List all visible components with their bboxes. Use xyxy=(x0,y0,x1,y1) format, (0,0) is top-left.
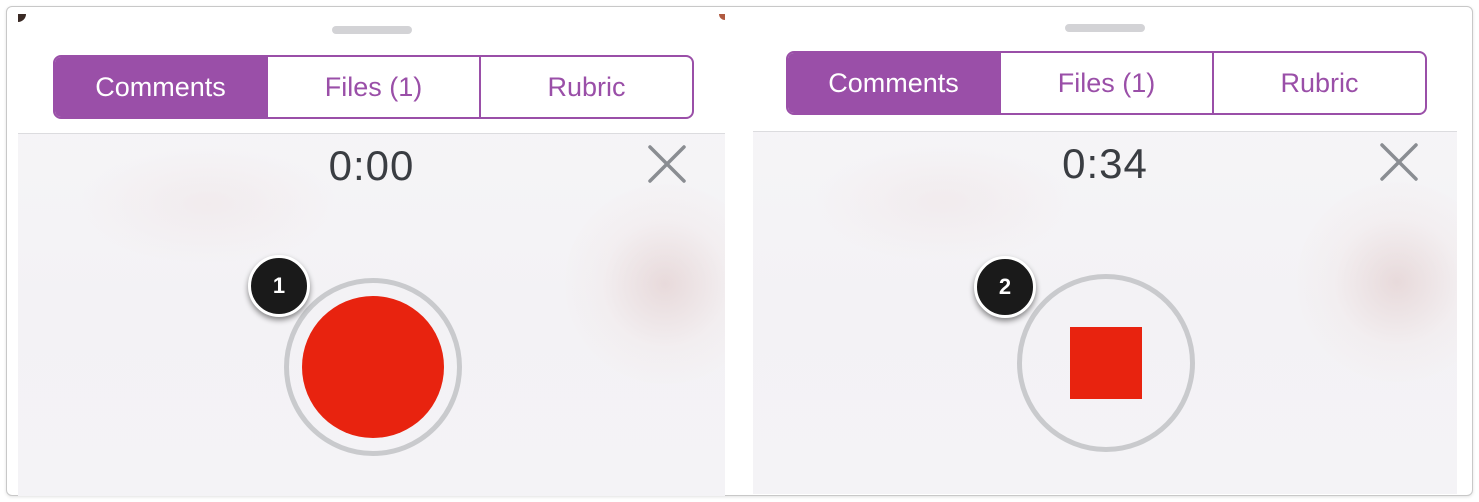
close-icon[interactable] xyxy=(645,142,689,186)
drag-handle[interactable] xyxy=(331,26,412,34)
tab-rubric[interactable]: Rubric xyxy=(1214,53,1425,113)
sheet-header: Comments Files (1) Rubric xyxy=(18,14,725,134)
background-blur xyxy=(565,184,725,384)
record-button[interactable] xyxy=(284,278,462,456)
callout-badge-2: 2 xyxy=(974,256,1036,318)
recording-panel-idle: Comments Files (1) Rubric 0:00 xyxy=(18,14,725,496)
stop-button[interactable] xyxy=(1017,274,1195,452)
background-blur xyxy=(1297,182,1457,382)
recording-timer: 0:34 xyxy=(1062,140,1148,187)
tab-rubric[interactable]: Rubric xyxy=(481,57,692,117)
recording-panel-active: Comments Files (1) Rubric 0:34 xyxy=(753,12,1457,494)
drag-handle[interactable] xyxy=(1065,24,1145,32)
segmented-tabs: Comments Files (1) Rubric xyxy=(53,55,694,119)
tab-comments[interactable]: Comments xyxy=(55,57,268,117)
tab-files[interactable]: Files (1) xyxy=(1001,53,1214,113)
close-icon[interactable] xyxy=(1377,140,1421,184)
stop-square-icon xyxy=(1070,327,1142,399)
recording-timer: 0:00 xyxy=(328,142,415,189)
segmented-tabs: Comments Files (1) Rubric xyxy=(786,51,1427,115)
tab-files[interactable]: Files (1) xyxy=(268,57,481,117)
sheet-header: Comments Files (1) Rubric xyxy=(753,12,1457,132)
tab-comments[interactable]: Comments xyxy=(788,53,1001,113)
record-dot-icon xyxy=(302,296,444,438)
callout-badge-1: 1 xyxy=(248,255,310,317)
